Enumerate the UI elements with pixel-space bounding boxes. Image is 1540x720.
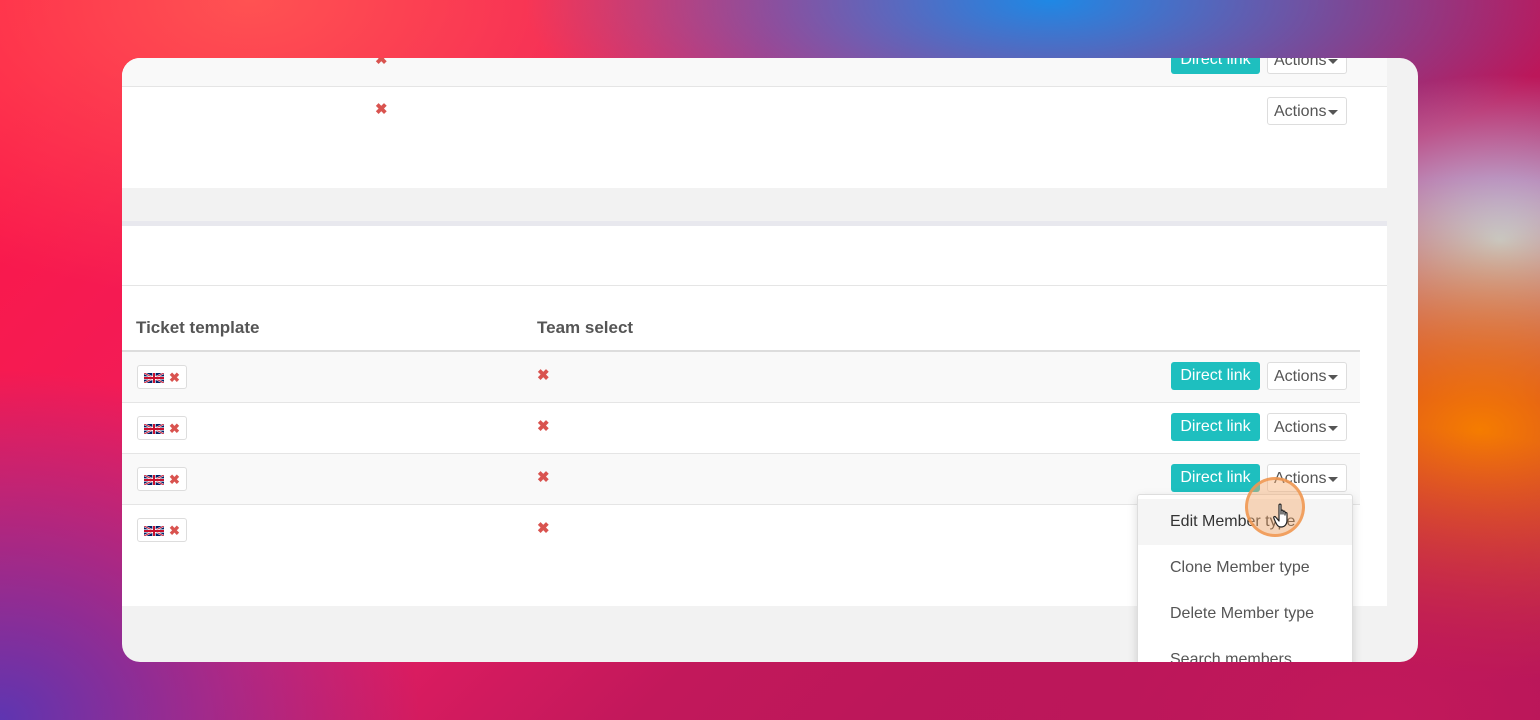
caret-down-icon (1328, 375, 1338, 380)
x-mark-icon: ✖ (169, 370, 180, 385)
caret-down-icon (1328, 477, 1338, 482)
direct-link-button[interactable]: Direct link (1171, 413, 1260, 441)
ticket-template-badge[interactable]: ✖ (137, 467, 187, 491)
actions-label: Actions (1274, 368, 1327, 385)
column-header-team-select: Team select (537, 318, 634, 337)
top-table-panel: ✖ Direct link Actions ✖ Actions (122, 58, 1387, 188)
uk-flag-icon (144, 475, 164, 485)
actions-dropdown-menu: Edit Member type Clone Member type Delet… (1137, 494, 1353, 662)
direct-link-button[interactable]: Direct link (1171, 362, 1260, 390)
actions-dropdown-button[interactable]: Actions (1267, 58, 1347, 74)
actions-label: Actions (1274, 419, 1327, 436)
menu-item-clone-member-type[interactable]: Clone Member type (1138, 545, 1352, 591)
table-row: ✖ ✖ Direct link Actions (122, 352, 1360, 402)
ticket-template-badge[interactable]: ✖ (137, 518, 187, 542)
uk-flag-icon (144, 424, 164, 434)
direct-link-button[interactable]: Direct link (1171, 58, 1260, 74)
actions-dropdown-button[interactable]: Actions (1267, 413, 1347, 441)
column-header-ticket-template: Ticket template (136, 318, 260, 337)
caret-down-icon (1328, 110, 1338, 115)
x-mark-icon: ✖ (537, 367, 550, 384)
x-mark-icon: ✖ (169, 472, 180, 487)
actions-label: Actions (1274, 103, 1327, 120)
x-mark-icon: ✖ (537, 418, 550, 435)
x-mark-icon: ✖ (537, 520, 550, 537)
x-mark-icon: ✖ (169, 421, 180, 436)
caret-down-icon (1328, 426, 1338, 431)
menu-item-search-members[interactable]: Search members (1138, 637, 1352, 662)
uk-flag-icon (144, 373, 164, 383)
ticket-template-badge[interactable]: ✖ (137, 365, 187, 389)
hand-pointer-icon (1273, 503, 1288, 528)
panel-header-divider (122, 285, 1387, 286)
uk-flag-icon (144, 526, 164, 536)
actions-dropdown-button[interactable]: Actions (1267, 97, 1347, 125)
actions-label: Actions (1274, 58, 1327, 69)
actions-dropdown-button[interactable]: Actions (1267, 362, 1347, 390)
menu-item-delete-member-type[interactable]: Delete Member type (1138, 591, 1352, 637)
ticket-template-badge[interactable]: ✖ (137, 416, 187, 440)
x-mark-icon: ✖ (537, 469, 550, 486)
x-mark-icon: ✖ (169, 523, 180, 538)
table-row: ✖ Actions (122, 87, 1387, 137)
table-row: ✖ Direct link Actions (122, 58, 1387, 86)
x-mark-icon: ✖ (375, 58, 388, 68)
direct-link-button[interactable]: Direct link (1171, 464, 1260, 492)
caret-down-icon (1328, 59, 1338, 64)
table-row: ✖ ✖ Direct link Actions (122, 403, 1360, 453)
x-mark-icon: ✖ (375, 101, 388, 118)
